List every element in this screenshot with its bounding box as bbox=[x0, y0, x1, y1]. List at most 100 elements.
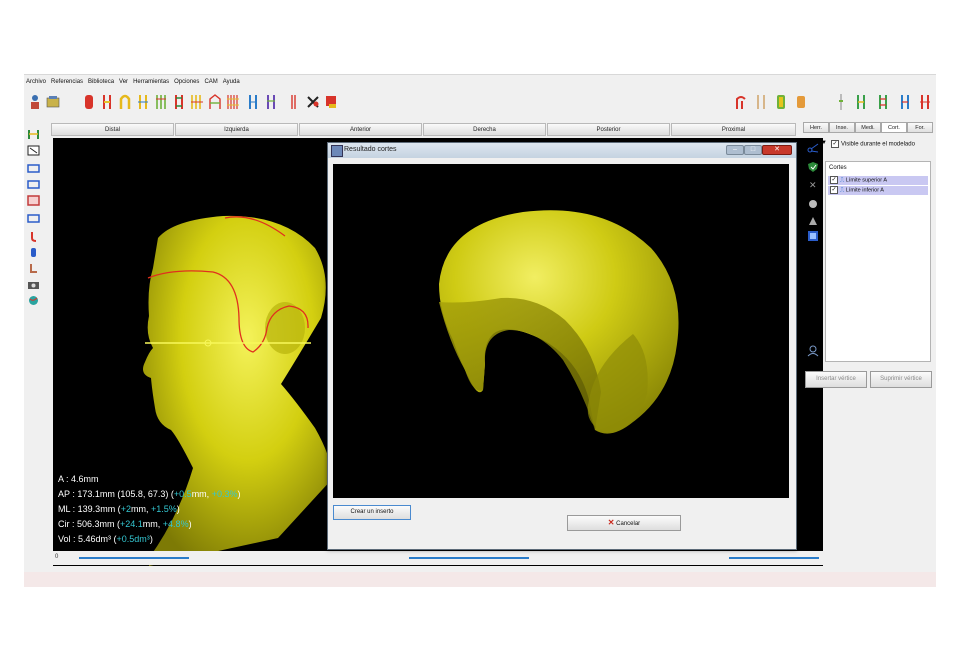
dialog-title-bar[interactable]: Resultado cortes – □ ✕ bbox=[328, 143, 796, 158]
camera-tool-icon[interactable] bbox=[27, 277, 40, 289]
visible-checkbox[interactable]: ✓ bbox=[831, 140, 839, 148]
menu-biblioteca[interactable]: Biblioteca bbox=[86, 75, 117, 85]
tab-posterior[interactable]: Posterior bbox=[547, 123, 670, 136]
cut-result-viewport[interactable] bbox=[333, 164, 789, 498]
menu-referencias[interactable]: Referencias bbox=[49, 75, 86, 85]
scissors-icon[interactable] bbox=[807, 140, 819, 158]
mold-orange-icon[interactable] bbox=[100, 93, 114, 111]
create-insert-button[interactable]: Crear un inserto bbox=[333, 505, 411, 520]
cut-line-icon: ⎍ bbox=[840, 187, 845, 194]
minimize-icon[interactable]: – bbox=[726, 145, 744, 155]
socket-red-icon[interactable] bbox=[734, 93, 748, 111]
menu-ver[interactable]: Ver bbox=[117, 75, 131, 85]
menu-herramientas[interactable]: Herramientas bbox=[131, 75, 172, 85]
tab-izquierda[interactable]: Izquierda bbox=[175, 123, 298, 136]
foot-tool-icon[interactable] bbox=[27, 229, 40, 242]
tab-herramientas[interactable]: Herr. bbox=[803, 122, 829, 133]
bottle-tool-icon[interactable] bbox=[27, 245, 40, 257]
leg-green2-icon[interactable] bbox=[876, 93, 890, 111]
mold-mesh-icon[interactable] bbox=[208, 93, 222, 111]
close-icon[interactable]: ✕ bbox=[762, 145, 792, 155]
frame3-tool-icon[interactable] bbox=[27, 211, 40, 223]
frame2-tool-icon[interactable] bbox=[27, 177, 40, 189]
leg-red-icon[interactable] bbox=[918, 93, 932, 111]
measurements-panel: A : 4.6mm AP : 173.1mm (105.8, 67.3) (+0… bbox=[58, 472, 240, 547]
boot-tool-icon[interactable] bbox=[27, 261, 40, 273]
mold-thin-icon[interactable] bbox=[286, 93, 300, 111]
metric-a: A : 4.6mm bbox=[58, 474, 99, 484]
flag-tool-icon[interactable] bbox=[27, 143, 40, 156]
visible-during-modeling[interactable]: ✓ Visible durante el modelado bbox=[829, 140, 915, 148]
select-tool-icon[interactable] bbox=[27, 127, 40, 139]
list-item-label: Límite inferior A bbox=[845, 187, 884, 194]
list-item-limite-superior[interactable]: ✓ ⎍ Límite superior A bbox=[828, 176, 928, 185]
slider-track-1[interactable] bbox=[79, 557, 189, 559]
metric-cir: Cir : 506.3mm (+24.1mm, +4.8%) bbox=[58, 519, 192, 529]
mold-green-icon[interactable] bbox=[154, 93, 168, 111]
menu-cam[interactable]: CAM bbox=[202, 75, 220, 85]
tab-distal[interactable]: Distal bbox=[51, 123, 174, 136]
socket-orange-icon[interactable] bbox=[794, 93, 808, 111]
tab-medidas[interactable]: Medi. bbox=[855, 122, 881, 133]
limite-inferior-checkbox[interactable]: ✓ bbox=[830, 186, 838, 194]
cortes-panel: ▼ ✓ Visible durante el modelado ✕ Cortes … bbox=[803, 134, 936, 394]
user-icon[interactable] bbox=[28, 93, 42, 111]
slider-track-2[interactable] bbox=[409, 557, 529, 559]
cancel-label: Cancelar bbox=[616, 521, 641, 527]
cut-line-icon: ⎍ bbox=[840, 177, 845, 184]
mold-yellow-icon[interactable] bbox=[118, 93, 132, 111]
frame-tool-icon[interactable] bbox=[27, 161, 40, 173]
leg-blue-icon[interactable] bbox=[898, 93, 912, 111]
list-item-limite-inferior[interactable]: ✓ ⎍ Límite inferior A bbox=[828, 186, 928, 195]
right-panel-tabs: Herr. Inse. Medi. Cort. For. bbox=[803, 122, 936, 134]
mold-split-icon[interactable] bbox=[136, 93, 150, 111]
delete-icon[interactable]: ✕ bbox=[809, 180, 817, 191]
cut-model-icon[interactable] bbox=[807, 229, 819, 247]
menu-bar: Archivo Referencias Biblioteca Ver Herramien… bbox=[24, 75, 936, 89]
list-item-label: Límite superior A bbox=[845, 177, 888, 184]
status-bar bbox=[24, 572, 936, 587]
mold-grid-icon[interactable] bbox=[226, 93, 240, 111]
slider-track-3[interactable] bbox=[729, 557, 819, 559]
menu-archivo[interactable]: Archivo bbox=[24, 75, 49, 85]
limite-superior-checkbox[interactable]: ✓ bbox=[830, 176, 838, 184]
metric-ml: ML : 139.3mm (+2mm, +1.5%) bbox=[58, 504, 180, 514]
export-icon[interactable] bbox=[324, 93, 338, 111]
tab-anterior[interactable]: Anterior bbox=[299, 123, 422, 136]
scanner-icon[interactable] bbox=[46, 93, 60, 111]
application-window: Archivo Referencias Biblioteca Ver Herramien… bbox=[24, 74, 936, 587]
tab-proximal[interactable]: Proximal bbox=[671, 123, 796, 136]
cut-tool-icon[interactable] bbox=[306, 93, 320, 111]
menu-ayuda[interactable]: Ayuda bbox=[221, 75, 243, 85]
tab-formas[interactable]: For. bbox=[907, 122, 933, 133]
person-icon[interactable] bbox=[807, 344, 819, 362]
cancel-button[interactable]: ✕ Cancelar bbox=[567, 515, 681, 531]
insert-vertex-button[interactable]: Insertar vértice bbox=[805, 371, 867, 388]
tab-derecha[interactable]: Derecha bbox=[423, 123, 546, 136]
main-toolbar bbox=[24, 89, 936, 119]
metric-vol: Vol : 5.46dm³ (+0.5dm³) bbox=[58, 534, 153, 544]
mold-blue-icon[interactable] bbox=[246, 93, 260, 111]
mold-purple-icon[interactable] bbox=[264, 93, 278, 111]
axis-icon[interactable] bbox=[834, 93, 848, 111]
tab-cortes[interactable]: Cort. bbox=[881, 122, 907, 133]
cut-result-model bbox=[439, 210, 679, 434]
leg-green-icon[interactable] bbox=[854, 93, 868, 111]
frame-active-tool-icon[interactable] bbox=[27, 193, 40, 206]
resultado-cortes-dialog: Resultado cortes – □ ✕ Crear un inserto … bbox=[327, 142, 797, 550]
tab-insertos[interactable]: Inse. bbox=[829, 122, 855, 133]
socket-green-icon[interactable] bbox=[774, 93, 788, 111]
shield-green-icon[interactable] bbox=[807, 160, 819, 178]
globe-tool-icon[interactable] bbox=[27, 293, 40, 305]
mold-bars-icon[interactable] bbox=[172, 93, 186, 111]
chevron-down-icon[interactable]: ▼ bbox=[821, 140, 827, 146]
maximize-icon[interactable]: □ bbox=[744, 145, 762, 155]
visible-label: Visible durante el modelado bbox=[841, 141, 915, 148]
layers-icon[interactable] bbox=[808, 196, 818, 214]
app-icon bbox=[331, 145, 343, 157]
delete-vertex-button[interactable]: Suprimir vértice bbox=[870, 371, 932, 388]
menu-opciones[interactable]: Opciones bbox=[172, 75, 202, 85]
mold-red-icon[interactable] bbox=[82, 93, 96, 111]
mold-stripes-icon[interactable] bbox=[190, 93, 204, 111]
socket-beige-icon[interactable] bbox=[754, 93, 768, 111]
